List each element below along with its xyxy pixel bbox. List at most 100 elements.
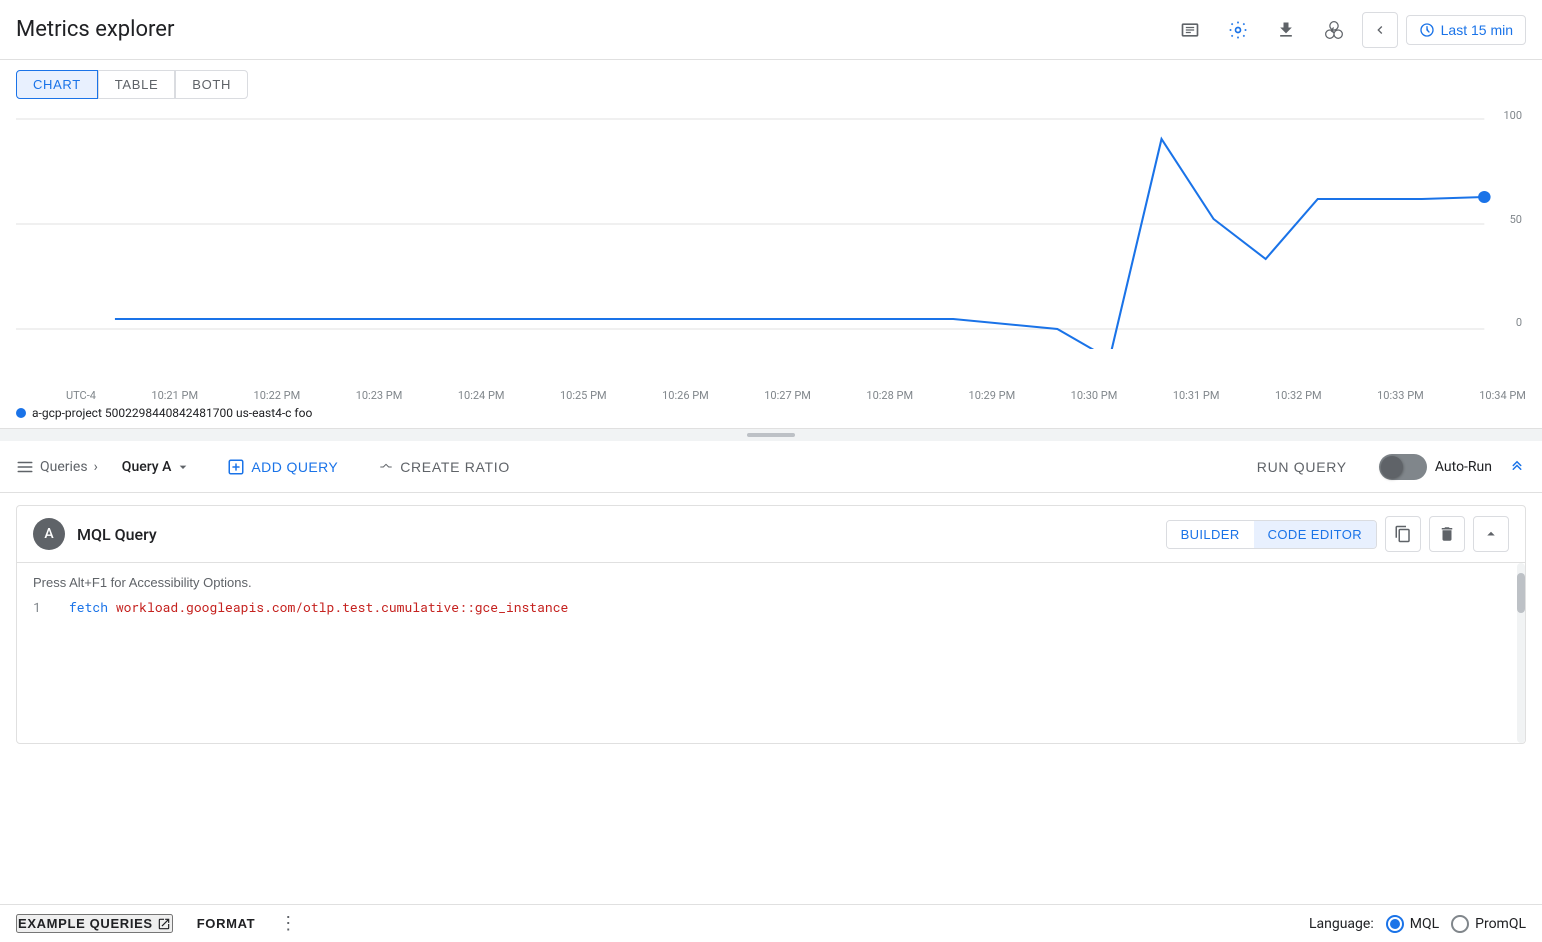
toggle-track[interactable] <box>1379 454 1427 480</box>
mql-panel-title: MQL Query <box>77 525 157 544</box>
language-label: Language: <box>1309 916 1374 932</box>
chevron-left-icon <box>1372 22 1388 38</box>
x-label-1024: 10:24 PM <box>458 389 505 402</box>
mql-radio[interactable] <box>1386 915 1404 933</box>
x-label-1026: 10:26 PM <box>662 389 709 402</box>
collapse-panel-button[interactable] <box>1473 516 1509 552</box>
add-query-button[interactable]: ADD QUERY <box>215 452 350 482</box>
code-content: fetch workload.googleapis.com/otlp.test.… <box>69 598 568 616</box>
line-number: 1 <box>33 598 53 616</box>
breadcrumb-chevron: › <box>94 459 98 475</box>
promql-radio[interactable] <box>1451 915 1469 933</box>
chevron-up-icon <box>1482 525 1500 543</box>
x-axis-labels: UTC-4 10:21 PM 10:22 PM 10:23 PM 10:24 P… <box>16 389 1526 402</box>
code-editor-area[interactable]: Press Alt+F1 for Accessibility Options. … <box>17 563 1525 743</box>
queries-nav: Queries › <box>16 458 98 476</box>
mql-panel: A MQL Query BUILDER CODE EDITOR <box>16 505 1526 744</box>
share-icon-btn[interactable] <box>1314 10 1354 50</box>
both-view-button[interactable]: BOTH <box>175 70 248 99</box>
code-line-1: 1 fetch workload.googleapis.com/otlp.tes… <box>33 598 1509 616</box>
x-label-1034: 10:34 PM <box>1479 389 1526 402</box>
bottom-bar: EXAMPLE QUERIES FORMAT ⋮ Language: MQL P… <box>0 904 1542 942</box>
mql-radio-inner <box>1390 919 1400 929</box>
chart-container: 100 50 0 <box>16 99 1526 389</box>
add-icon <box>227 458 245 476</box>
x-label-1029: 10:29 PM <box>969 389 1016 402</box>
promql-option[interactable]: PromQL <box>1451 915 1526 933</box>
toggle-thumb <box>1381 456 1403 478</box>
download-icon <box>1276 20 1296 40</box>
x-label-1023: 10:23 PM <box>356 389 403 402</box>
promql-label: PromQL <box>1475 916 1526 932</box>
x-label-1027: 10:27 PM <box>764 389 811 402</box>
x-label-1025: 10:25 PM <box>560 389 607 402</box>
run-query-button[interactable]: RUN QUERY <box>1241 453 1363 481</box>
settings-icon <box>1228 20 1248 40</box>
delete-icon <box>1438 525 1456 543</box>
y-axis-bottom: 0 <box>1516 316 1522 329</box>
query-selector[interactable]: Query A <box>114 455 200 479</box>
chart-line <box>120 139 1484 349</box>
ratio-icon <box>378 459 394 475</box>
query-badge: A <box>33 518 65 550</box>
editor-toggle: BUILDER CODE EDITOR <box>1166 520 1377 549</box>
table-view-button[interactable]: TABLE <box>98 70 175 99</box>
view-toggle: CHART TABLE BOTH <box>0 60 1542 99</box>
x-label-1021: 10:21 PM <box>151 389 198 402</box>
create-ratio-label: CREATE RATIO <box>400 459 510 475</box>
example-queries-label: EXAMPLE QUERIES <box>18 916 153 931</box>
drag-handle[interactable] <box>0 429 1542 441</box>
drag-bar <box>747 433 795 437</box>
external-link-icon <box>157 917 171 931</box>
auto-run-label: Auto-Run <box>1435 459 1492 475</box>
code-editor-button[interactable]: CODE EDITOR <box>1254 521 1376 548</box>
chart-section: CHART TABLE BOTH 100 50 0 UTC-4 10:21 PM <box>0 60 1542 429</box>
create-ratio-button[interactable]: CREATE RATIO <box>366 453 522 481</box>
legend-icon-btn[interactable] <box>1170 10 1210 50</box>
language-section: Language: MQL PromQL <box>1309 915 1526 933</box>
code-keyword: fetch <box>69 598 108 616</box>
scrollbar-track[interactable] <box>1517 563 1525 743</box>
legend-label: a-gcp-project 5002298440842481700 us-eas… <box>32 406 312 420</box>
share-icon <box>1324 20 1344 40</box>
delete-button[interactable] <box>1429 516 1465 552</box>
collapse-icon <box>1508 455 1526 473</box>
settings-icon-btn[interactable] <box>1218 10 1258 50</box>
header-actions: Last 15 min <box>1170 10 1526 50</box>
queries-label: Queries <box>40 459 88 475</box>
page-title: Metrics explorer <box>16 17 174 42</box>
y-axis-top: 100 <box>1503 109 1522 122</box>
auto-run-toggle[interactable]: Auto-Run <box>1379 454 1492 480</box>
more-options-button[interactable]: ⋮ <box>279 913 297 934</box>
legend-color-dot <box>16 408 26 418</box>
format-button[interactable]: FORMAT <box>197 916 256 931</box>
chart-view-button[interactable]: CHART <box>16 70 98 99</box>
y-axis-labels: 100 50 0 <box>1486 109 1526 329</box>
mql-panel-header: A MQL Query BUILDER CODE EDITOR <box>17 506 1525 563</box>
x-label-utc: UTC-4 <box>66 389 96 402</box>
example-queries-button[interactable]: EXAMPLE QUERIES <box>16 914 173 933</box>
mql-label: MQL <box>1410 916 1439 932</box>
copy-button[interactable] <box>1385 516 1421 552</box>
scrollbar-thumb <box>1517 573 1525 613</box>
accessibility-hint: Press Alt+F1 for Accessibility Options. <box>33 575 1509 590</box>
copy-icon <box>1394 525 1412 543</box>
code-resource: gce_instance <box>475 598 569 616</box>
run-query-label: RUN QUERY <box>1257 459 1347 475</box>
x-label-1032: 10:32 PM <box>1275 389 1322 402</box>
header: Metrics explorer <box>0 0 1542 60</box>
query-bar: Queries › Query A ADD QUERY CREATE RATIO… <box>0 441 1542 493</box>
clock-icon <box>1419 22 1435 38</box>
list-icon <box>16 458 34 476</box>
time-range-button[interactable]: Last 15 min <box>1406 15 1526 45</box>
download-icon-btn[interactable] <box>1266 10 1306 50</box>
mql-option[interactable]: MQL <box>1386 915 1439 933</box>
legend-icon <box>1180 20 1200 40</box>
builder-button[interactable]: BUILDER <box>1167 521 1254 548</box>
x-label-1022: 10:22 PM <box>254 389 301 402</box>
collapse-button[interactable] <box>1508 455 1526 478</box>
add-query-label: ADD QUERY <box>251 459 338 475</box>
back-button[interactable] <box>1362 12 1398 48</box>
x-label-1031: 10:31 PM <box>1173 389 1220 402</box>
x-label-1028: 10:28 PM <box>866 389 913 402</box>
